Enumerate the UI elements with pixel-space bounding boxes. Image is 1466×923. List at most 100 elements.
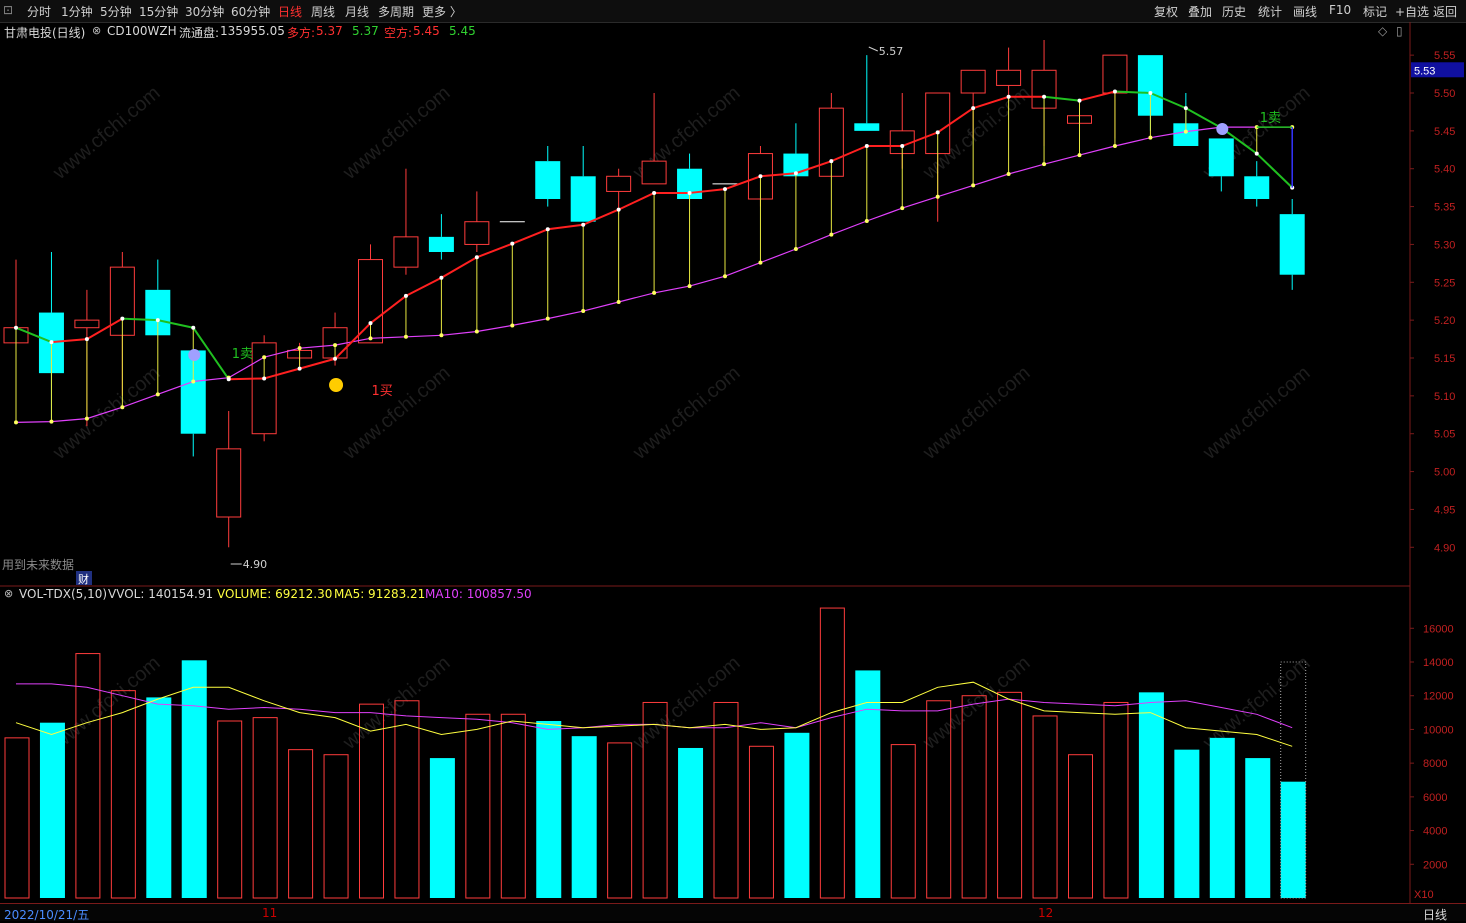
add-watchlist-button[interactable]: +自选 — [1395, 3, 1429, 20]
ma-short-segment — [1150, 92, 1187, 110]
history-button[interactable]: 历史 — [1222, 3, 1246, 20]
watermark-text: www.cfchi.com — [48, 362, 164, 465]
candle-body — [1244, 176, 1270, 199]
ma-short-segment — [405, 276, 442, 297]
candle-body — [109, 266, 135, 336]
ma-short-segment — [15, 326, 52, 344]
kline-chart[interactable]: www.cfchi.com www.cfchi.com www.cfchi.com w… — [0, 0, 1466, 920]
ma-short-dot — [829, 159, 834, 164]
period-30min[interactable]: 30分钟 — [185, 3, 224, 20]
ma-short-dot — [864, 144, 869, 148]
ma-short-segment — [901, 131, 939, 147]
volume-bar — [465, 713, 491, 899]
period-more[interactable]: 更多 〉 — [422, 3, 462, 20]
diamond-icon[interactable]: ◇ — [1378, 24, 1387, 38]
ma-long-dot — [120, 405, 125, 410]
ma-short-segment — [1220, 127, 1258, 155]
period-5min[interactable]: 5分钟 — [100, 3, 132, 20]
candle-body — [606, 175, 632, 192]
volume-bar — [110, 690, 136, 899]
high-marker: 5.57 — [879, 45, 904, 58]
ma-short-dot — [581, 222, 586, 227]
ma-short-segment — [122, 317, 158, 322]
price-tick-label: 5.45 — [1434, 126, 1455, 138]
ma-long-dot — [1219, 125, 1224, 130]
ma-short-segment — [1043, 95, 1080, 102]
draw-line-button[interactable]: 画线 — [1293, 3, 1317, 20]
ma-short-segment — [51, 338, 87, 344]
ma-long-dot — [403, 334, 408, 339]
ma-short-dot — [120, 316, 125, 321]
period-15min[interactable]: 15分钟 — [139, 3, 178, 20]
window-menu-icon[interactable]: ⊡ — [3, 3, 13, 17]
ma-long-dot — [1148, 135, 1153, 140]
month-label-nov: 11 — [262, 906, 278, 920]
indicator-name[interactable]: CD100WZH — [107, 24, 177, 38]
watermark-text: www.cfchi.com — [918, 82, 1034, 185]
ma-short-dot — [297, 366, 302, 371]
candle-body — [251, 342, 277, 435]
watermark-text: www.cfchi.com — [1198, 362, 1314, 465]
ma-short-dot — [1006, 94, 1011, 99]
ma-long-dot — [1006, 172, 1011, 177]
period-daily[interactable]: 日线 — [278, 3, 302, 20]
volume-bar — [75, 653, 101, 899]
high-marker-arrow — [868, 46, 879, 52]
ma-short-segment — [440, 256, 478, 279]
back-button[interactable]: 返回 — [1433, 3, 1457, 20]
panel-toggle-icon[interactable]: ▯ — [1396, 24, 1403, 38]
price-tick-label: 5.10 — [1434, 391, 1455, 403]
candle-body — [3, 327, 29, 344]
ma-short-dot — [687, 190, 692, 195]
watermark-text: www.cfchi.com — [918, 652, 1034, 755]
period-monthly[interactable]: 月线 — [345, 3, 369, 20]
candle-body — [1031, 69, 1057, 109]
volume-bar — [1068, 754, 1093, 899]
volume-toggle-icon[interactable]: ⊗ — [4, 587, 13, 600]
period-multi[interactable]: 多周期 — [378, 3, 414, 20]
candle-body — [783, 153, 809, 177]
ma-short-segment — [334, 322, 372, 360]
mark-button[interactable]: 标记 — [1363, 3, 1387, 20]
ma-short-dot — [1077, 98, 1082, 103]
volume-bar — [252, 717, 278, 899]
price-tick-label: 5.30 — [1434, 239, 1455, 251]
period-1min[interactable]: 1分钟 — [61, 3, 93, 20]
ma-short-dot — [262, 376, 267, 381]
stats-button[interactable]: 统计 — [1258, 3, 1282, 20]
ma-short-dot — [652, 190, 657, 195]
ma-short-dot — [14, 325, 18, 330]
short-value-2: 5.45 — [449, 24, 476, 38]
ma-long-dot — [687, 284, 692, 289]
fuquan-button[interactable]: 复权 — [1154, 3, 1178, 20]
volume-estimate-box — [1280, 661, 1307, 899]
f10-button[interactable]: F10 — [1329, 3, 1351, 17]
volume-bar — [429, 758, 455, 898]
period-weekly[interactable]: 周线 — [311, 3, 335, 20]
volume-bar — [39, 722, 65, 898]
date-axis-bar: 2022/10/21/五 11 12 日线 — [0, 903, 1466, 922]
ma-long-dot — [1112, 144, 1117, 148]
ma-short-dot — [403, 293, 408, 298]
month-label-dec: 12 — [1038, 906, 1054, 920]
price-tick-label: 5.25 — [1434, 277, 1455, 289]
period-fenshi[interactable]: 分时 — [27, 3, 51, 20]
overlay-button[interactable]: 叠加 — [1188, 3, 1212, 20]
ma-short-dot — [793, 171, 798, 176]
volume-bar — [4, 737, 30, 899]
period-60min[interactable]: 60分钟 — [231, 3, 270, 20]
volume-bar — [926, 700, 952, 899]
volume-bar — [1138, 692, 1164, 898]
ma5-value: MA5: 91283.21 — [334, 587, 426, 601]
volume-bar — [1209, 737, 1235, 898]
stock-name: 甘肃电投(日线) — [4, 26, 86, 40]
volume-bar — [607, 742, 633, 899]
indicator-toggle-icon[interactable]: ⊗ — [92, 24, 101, 37]
volume-indicator[interactable]: VOL-TDX(5,10) — [19, 587, 107, 601]
current-date: 2022/10/21/五 — [4, 908, 90, 922]
volume-bar — [961, 695, 987, 899]
happy-face-icon — [329, 378, 344, 392]
volume-tick-label: 10000 — [1423, 724, 1454, 736]
ma-short-segment — [1114, 90, 1151, 94]
candle-body — [1279, 214, 1305, 275]
